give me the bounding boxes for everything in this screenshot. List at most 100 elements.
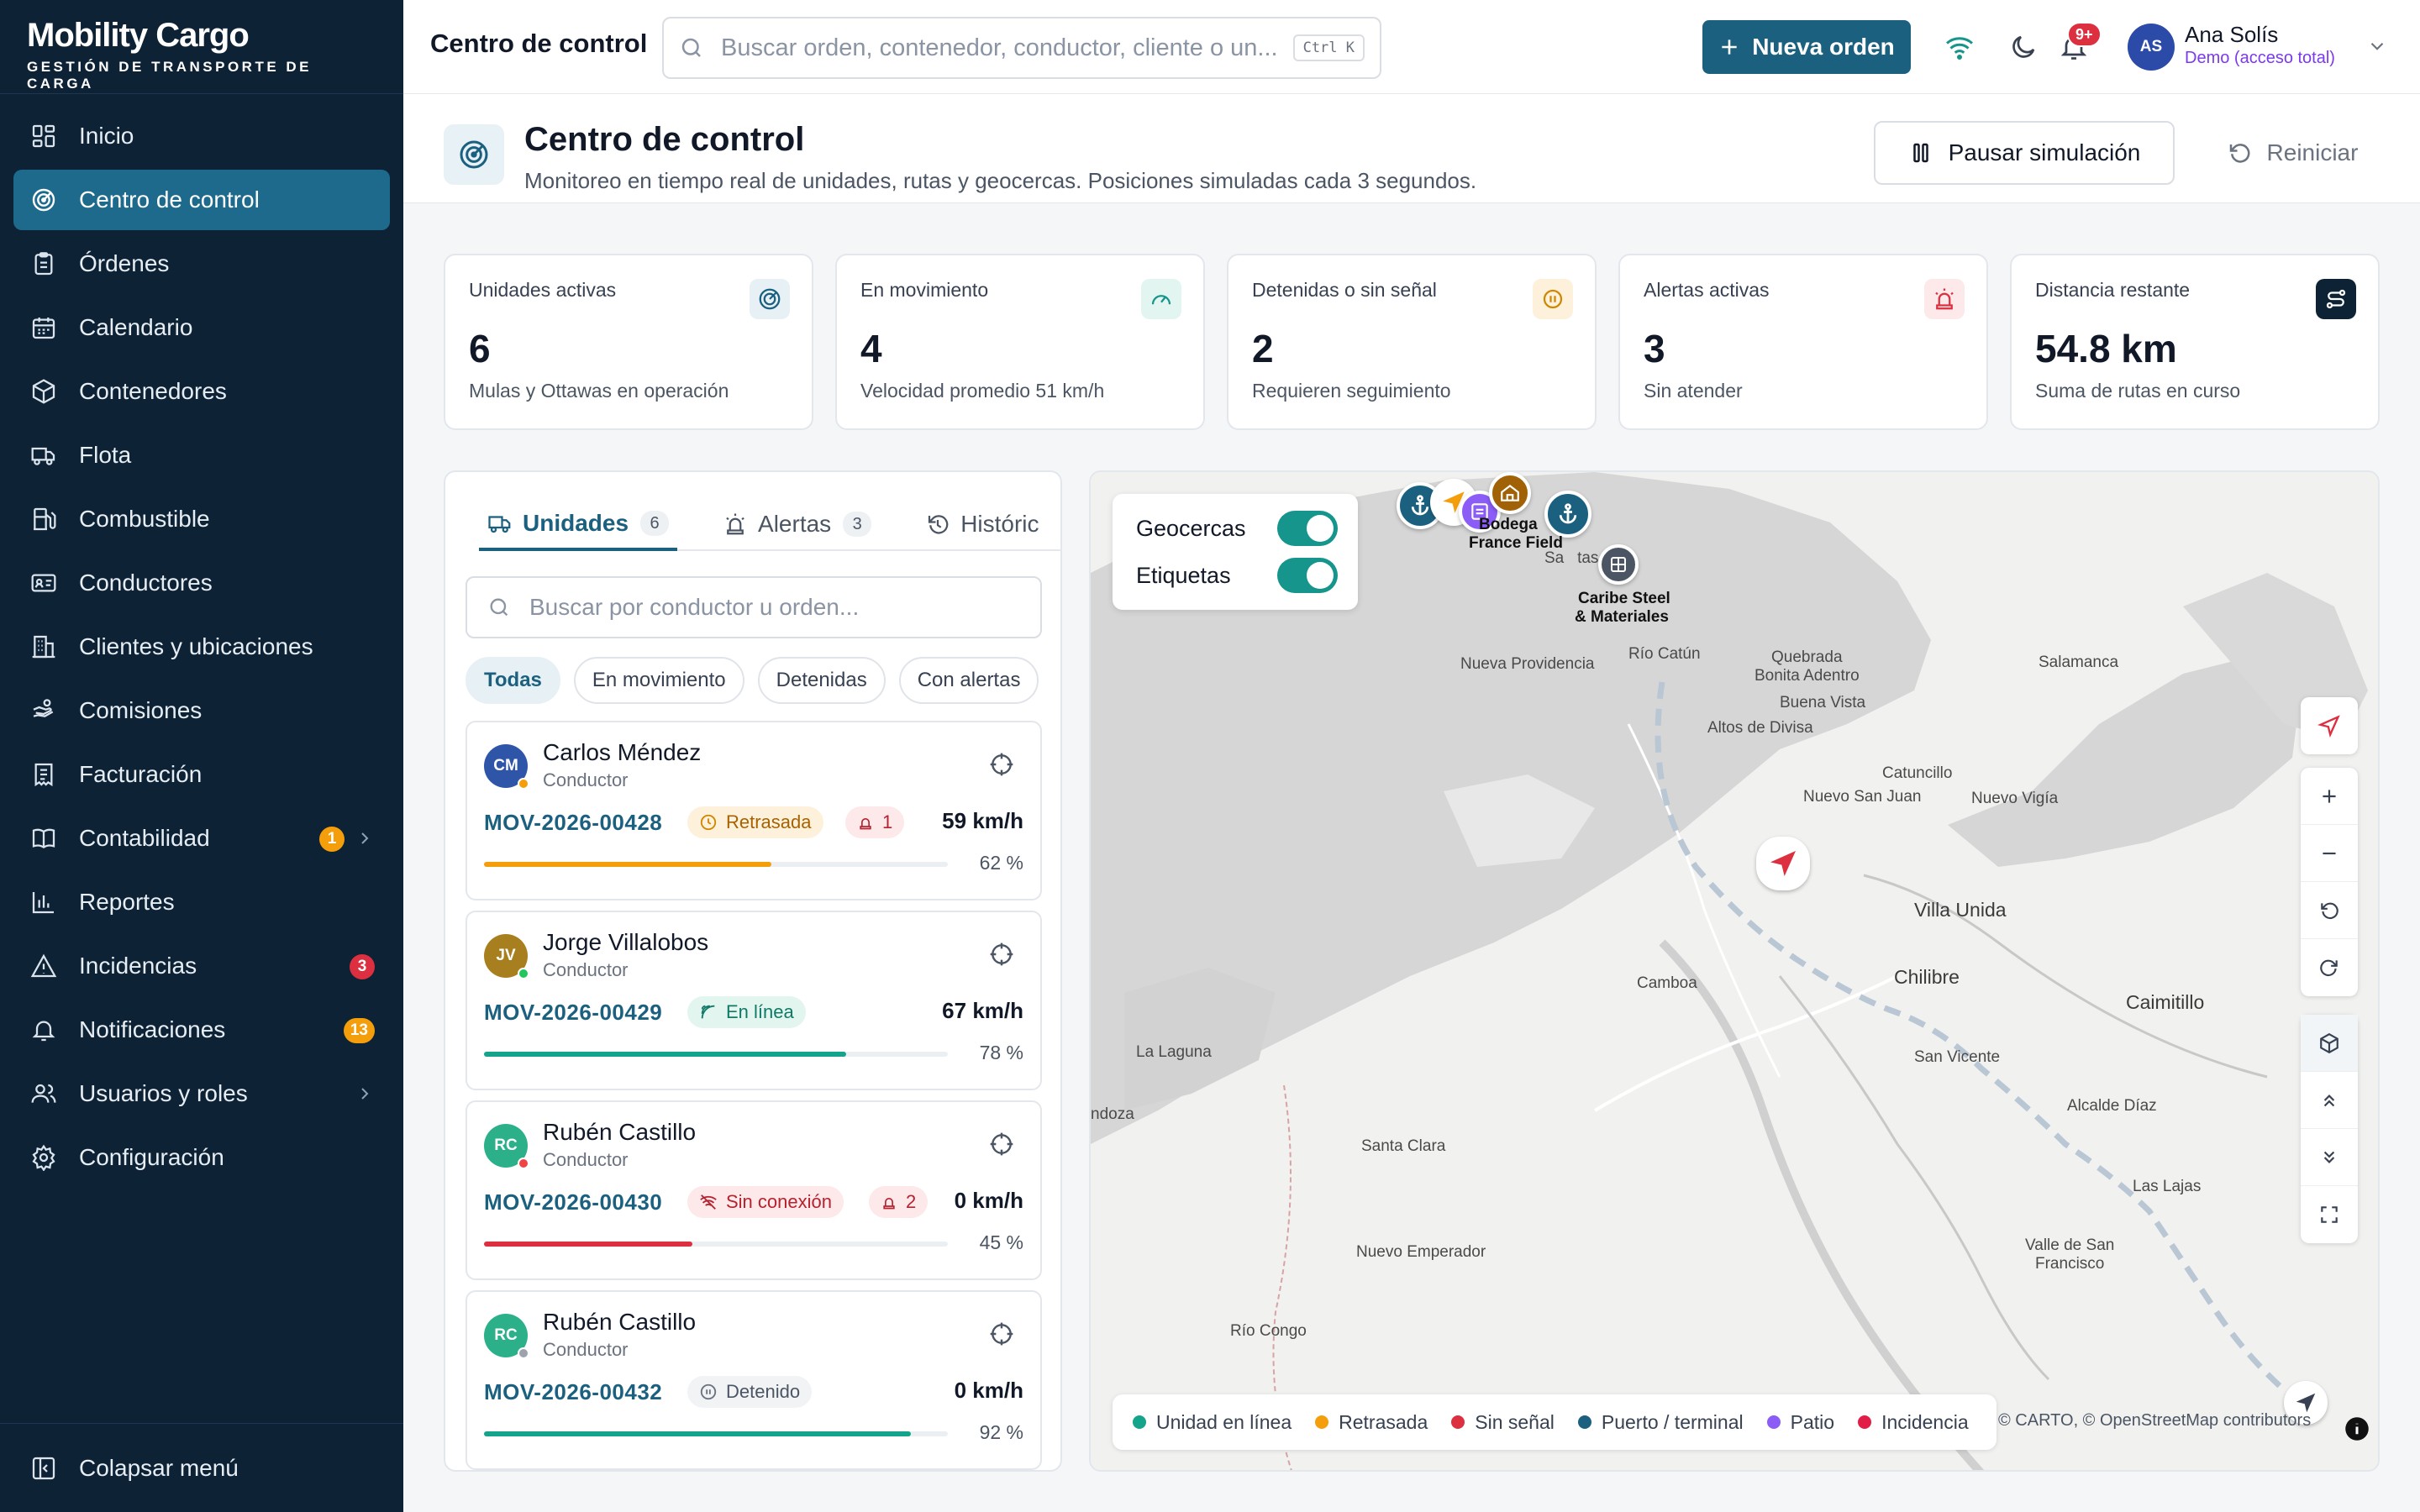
siren-icon (723, 512, 748, 537)
tab-alertas[interactable]: Alertas 3 (714, 499, 880, 549)
etiquetas-toggle[interactable] (1277, 558, 1338, 593)
chevrons-up-icon (2318, 1089, 2340, 1111)
alert-count-badge: 1 (845, 806, 905, 838)
sidebar-item-flota[interactable]: Flota (13, 425, 390, 486)
siren-icon (881, 1194, 897, 1210)
live-map[interactable]: Nueva Providencia Río Catún Quebrada Bon… (1089, 470, 2380, 1472)
sidebar-item-comisiones[interactable]: Comisiones (13, 680, 390, 741)
unit-search-input[interactable]: Buscar por conductor u orden... (466, 576, 1042, 638)
3d-view-button[interactable] (2301, 1015, 2358, 1072)
map-layer-toggles: Geocercas Etiquetas (1113, 494, 1358, 610)
legend-item: Puerto / terminal (1577, 1411, 1744, 1434)
siren-icon (1924, 279, 1965, 319)
brand-title: Mobility Cargo (27, 17, 250, 54)
global-search-input[interactable]: Buscar orden, contenedor, conductor, cli… (662, 17, 1381, 79)
zoom-in-button[interactable] (2301, 768, 2358, 825)
unit-card[interactable]: RC Rubén Castillo Conductor MOV-2026-004… (466, 1290, 1042, 1470)
rotate-left-button[interactable] (2301, 882, 2358, 939)
receipt-icon (30, 761, 57, 788)
sidebar-item-facturacion[interactable]: Facturación (13, 744, 390, 805)
factory-icon[interactable] (1598, 544, 1639, 585)
filter-en-movimiento[interactable]: En movimiento (573, 657, 744, 704)
map-attribution[interactable]: © CARTO, © OpenStreetMap contributors (1998, 1411, 2311, 1431)
filter-con-alertas[interactable]: Con alertas (898, 657, 1039, 704)
collapse-label: Colapsar menú (79, 1454, 239, 1481)
sidebar-item-clientes[interactable]: Clientes y ubicaciones (13, 617, 390, 677)
unit-card[interactable]: RC Rubén Castillo Conductor MOV-2026-004… (466, 1100, 1042, 1280)
map-legend: Unidad en línea Retrasada Sin señal Puer… (1113, 1394, 1996, 1450)
sidebar-item-label: Órdenes (79, 250, 170, 276)
pause-simulation-button[interactable]: Pausar simulación (1874, 121, 2175, 185)
locate-button[interactable] (2301, 697, 2358, 754)
sidebar-item-contabilidad[interactable]: Contabilidad 1 (13, 808, 390, 869)
sidebar-item-calendario[interactable]: Calendario (13, 297, 390, 358)
sidebar-item-usuarios[interactable]: Usuarios y roles (13, 1063, 390, 1124)
sidebar-item-combustible[interactable]: Combustible (13, 489, 390, 549)
order-number[interactable]: MOV-2026-00430 (484, 1189, 662, 1215)
unit-card[interactable]: JV Jorge Villalobos Conductor MOV-2026-0… (466, 911, 1042, 1090)
progress-fill (484, 862, 772, 867)
stat-value: 6 (469, 327, 491, 370)
order-number[interactable]: MOV-2026-00432 (484, 1379, 662, 1405)
sidebar-item-conductores[interactable]: Conductores (13, 553, 390, 613)
crosshair-icon[interactable] (988, 1320, 1015, 1347)
info-icon[interactable] (2344, 1416, 2370, 1441)
crosshair-icon[interactable] (988, 1131, 1015, 1158)
user-avatar[interactable]: AS (2128, 24, 2175, 71)
crosshair-icon[interactable] (988, 751, 1015, 778)
order-number[interactable]: MOV-2026-00429 (484, 1000, 662, 1026)
map-view-controls (2301, 1015, 2358, 1243)
stat-label: Detenidas o sin señal (1252, 279, 1437, 301)
sidebar-item-ordenes[interactable]: Órdenes (13, 234, 390, 294)
zoom-out-button[interactable] (2301, 825, 2358, 882)
geocercas-toggle[interactable] (1277, 511, 1338, 546)
home-icon[interactable] (1489, 472, 1531, 514)
tilt-up-button[interactable] (2301, 1072, 2358, 1129)
page-header: Centro de control Monitoreo en tiempo re… (403, 94, 2420, 203)
reset-label: Reiniciar (2266, 139, 2359, 165)
rotate-right-button[interactable] (2301, 939, 2358, 996)
status-dot (518, 1158, 529, 1169)
place-label: & Materiales (1575, 608, 1669, 626)
chevron-down-icon[interactable] (2366, 35, 2388, 57)
sidebar-nav: Inicio Centro de control Órdenes Calenda… (0, 94, 403, 1188)
sidebar-item-inicio[interactable]: Inicio (13, 106, 390, 166)
sidebar-item-configuracion[interactable]: Configuración (13, 1127, 390, 1188)
speed: 67 km/h (942, 998, 1023, 1023)
moon-icon[interactable] (2008, 32, 2039, 62)
sidebar-item-label: Flota (79, 442, 132, 468)
stat-sub: Requieren seguimiento (1252, 380, 1451, 402)
brand[interactable]: Mobility Cargo GESTIÓN DE TRANSPORTE DE … (0, 0, 403, 94)
progress-bar (484, 1242, 948, 1247)
wifi-icon[interactable] (1944, 32, 1975, 62)
fullscreen-button[interactable] (2301, 1186, 2358, 1243)
order-number[interactable]: MOV-2026-00428 (484, 810, 662, 836)
new-order-button[interactable]: Nueva orden (1702, 20, 1911, 74)
legend-swatch (1858, 1415, 1872, 1429)
navigation-arrow-icon[interactable] (1756, 837, 1810, 890)
sidebar-item-incidencias[interactable]: Incidencias 3 (13, 936, 390, 996)
filter-todas[interactable]: Todas (466, 657, 560, 704)
sidebar-item-label: Centro de control (79, 186, 260, 213)
tab-unidades[interactable]: Unidades 6 (479, 499, 678, 551)
collapse-menu-button[interactable]: Colapsar menú (0, 1423, 403, 1512)
filter-detenidas[interactable]: Detenidas (757, 657, 886, 704)
sidebar-item-centro-de-control[interactable]: Centro de control (13, 170, 390, 230)
sidebar-item-label: Conductores (79, 570, 213, 596)
sidebar-item-notificaciones[interactable]: Notificaciones 13 (13, 1000, 390, 1060)
topbar-title: Centro de control (430, 29, 648, 58)
user-name[interactable]: Ana Solís (2185, 22, 2278, 48)
reset-button[interactable]: Reiniciar (2208, 121, 2376, 185)
unit-card[interactable]: CM Carlos Méndez Conductor MOV-2026-0042… (466, 721, 1042, 900)
progress-percent: 92 % (979, 1421, 1023, 1443)
tilt-down-button[interactable] (2301, 1129, 2358, 1186)
driver-name: Jorge Villalobos (543, 929, 709, 955)
anchor-icon[interactable] (1544, 491, 1591, 538)
place-label: France Field (1469, 534, 1563, 552)
stat-sub: Velocidad promedio 51 km/h (860, 380, 1105, 402)
sidebar-item-reportes[interactable]: Reportes (13, 872, 390, 932)
warning-icon (30, 953, 57, 979)
sidebar-item-contenedores[interactable]: Contenedores (13, 361, 390, 422)
tab-historico[interactable]: Histórico (917, 499, 1039, 549)
crosshair-icon[interactable] (988, 941, 1015, 968)
